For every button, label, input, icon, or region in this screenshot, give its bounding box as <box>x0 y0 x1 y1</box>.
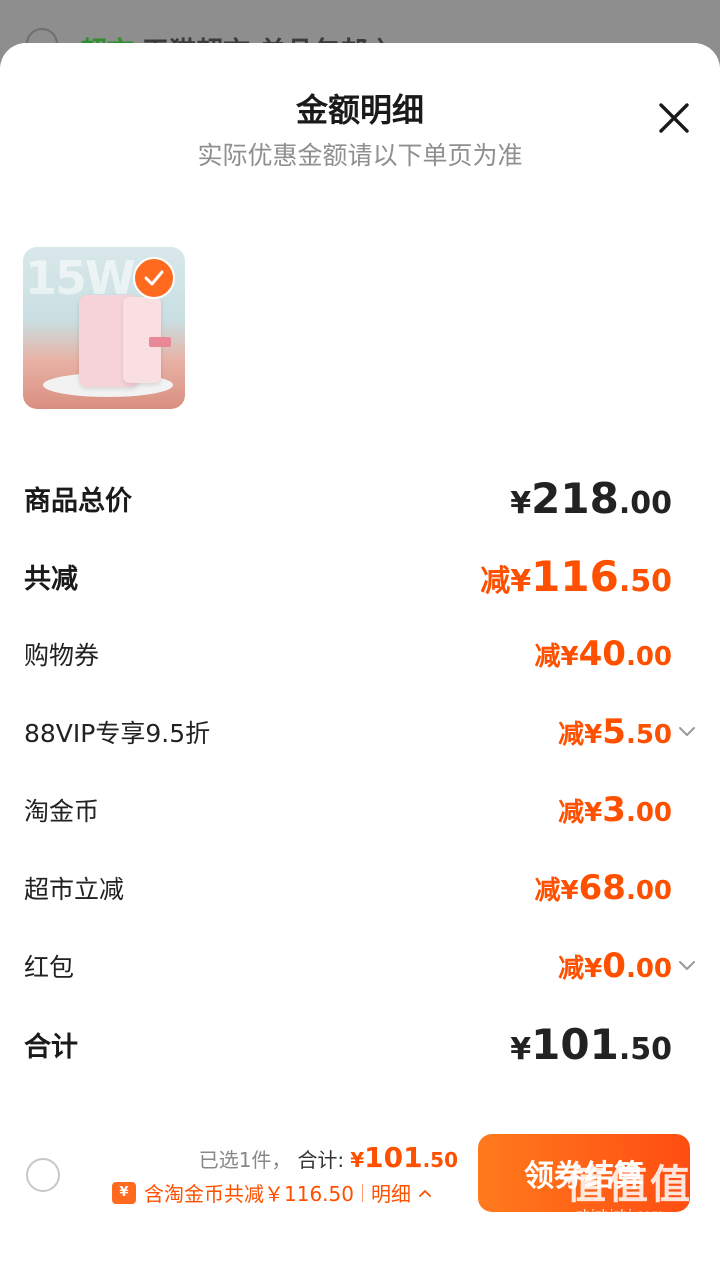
total-label: 合计: <box>297 1148 345 1172</box>
amount-decimal: .00 <box>625 954 672 984</box>
amount-decimal: .00 <box>625 642 672 672</box>
row-label: 88VIP专享9.5折 <box>24 719 211 748</box>
amount-integer: 68 <box>578 868 626 908</box>
amount-integer: 5 <box>602 712 626 752</box>
row-amount: 减¥ 116.50 <box>480 552 672 601</box>
amount-integer: 101 <box>531 1019 619 1069</box>
chevron-down-icon[interactable] <box>676 720 698 742</box>
row-label: 商品总价 <box>24 485 132 517</box>
amount-integer: 218 <box>531 473 619 523</box>
row-grand-total: 合计 ¥101.50 <box>24 1019 672 1069</box>
amount-integer: 116 <box>531 551 619 601</box>
sheet-title: 金额明细 <box>295 91 424 129</box>
row-red-packet[interactable]: 红包 减¥ 0.00 <box>24 941 672 991</box>
select-all-radio[interactable] <box>26 1158 60 1192</box>
checkmark-icon <box>144 270 164 286</box>
amount-integer: 40 <box>578 634 626 674</box>
row-88vip-discount[interactable]: 88VIP专享9.5折 减¥ 5.50 <box>24 707 672 757</box>
row-label: 淘金币 <box>24 797 100 826</box>
row-taojinbi: 淘金币 减¥ 3.00 <box>24 785 672 835</box>
divider <box>361 1183 363 1202</box>
amount-decimal: .50 <box>618 563 672 599</box>
amount-decimal: .00 <box>625 876 672 906</box>
coin-reduction-text: 含淘金币共减￥116.50 <box>144 1182 354 1206</box>
amount-detail-sheet: 金额明细 实际优惠金额请以下单页为准 15W 商品总价 ¥218.00 共减 减… <box>0 43 720 1276</box>
row-amount: 减¥ 3.00 <box>558 790 672 830</box>
amount-prefix: 减¥ <box>558 954 603 984</box>
row-shopping-coupon: 购物券 减¥ 40.00 <box>24 629 672 679</box>
detail-link[interactable]: 明细 <box>371 1178 411 1207</box>
watermark-logo: 值值值 <box>566 1162 692 1208</box>
row-label: 购物券 <box>24 641 100 670</box>
product-image-tag <box>149 337 171 347</box>
total-amount: ¥101.50 <box>350 1141 458 1174</box>
product-thumbnail[interactable]: 15W <box>23 247 185 409</box>
row-total-reduction: 共减 减¥ 116.50 <box>24 551 672 601</box>
total-integer: 101 <box>364 1141 423 1174</box>
amount-decimal: .00 <box>625 798 672 828</box>
row-amount: 减¥ 68.00 <box>535 868 672 908</box>
amount-prefix: 减¥ <box>558 798 603 828</box>
amount-prefix: ¥ <box>510 1031 532 1067</box>
amount-prefix: 减¥ <box>480 563 532 599</box>
sheet-subtitle: 实际优惠金额请以下单页为准 <box>197 141 523 170</box>
row-amount: 减¥ 5.50 <box>558 712 672 752</box>
row-amount: 减¥ 40.00 <box>535 634 672 674</box>
row-goods-total: 商品总价 ¥218.00 <box>24 473 672 523</box>
coin-reduction-link[interactable]: ¥ 含淘金币共减￥116.50 明细 <box>112 1178 433 1207</box>
row-label: 超市立减 <box>24 875 125 904</box>
close-icon <box>659 103 689 133</box>
watermark-url: zhizhizhi.com <box>576 1208 664 1223</box>
close-button[interactable] <box>652 96 696 140</box>
amount-prefix: ¥ <box>510 485 532 521</box>
amount-decimal: .50 <box>625 720 672 750</box>
amount-prefix: 减¥ <box>534 876 579 906</box>
total-decimal: .50 <box>422 1148 458 1172</box>
chevron-down-icon[interactable] <box>676 954 698 976</box>
row-amount: ¥101.50 <box>510 1020 672 1069</box>
amount-integer: 0 <box>602 946 626 986</box>
selected-summary: 已选1件， 合计: ¥101.50 <box>199 1141 458 1174</box>
row-supermarket-discount: 超市立减 减¥ 68.00 <box>24 863 672 913</box>
row-label: 合计 <box>24 1031 78 1063</box>
row-label: 共减 <box>24 563 78 595</box>
selected-count: 已选1件， <box>198 1148 292 1172</box>
coin-icon: ¥ <box>112 1181 136 1204</box>
amount-decimal: .00 <box>618 485 672 521</box>
chevron-up-icon <box>419 1189 431 1197</box>
total-prefix: ¥ <box>350 1148 365 1172</box>
amount-decimal: .50 <box>618 1031 672 1067</box>
row-amount: 减¥ 0.00 <box>558 946 672 986</box>
amount-integer: 3 <box>602 790 626 830</box>
row-label: 红包 <box>24 953 75 982</box>
amount-prefix: 减¥ <box>534 642 579 672</box>
amount-prefix: 减¥ <box>558 720 603 750</box>
row-amount: ¥218.00 <box>510 474 672 523</box>
product-selected-checkbox[interactable] <box>133 257 175 299</box>
